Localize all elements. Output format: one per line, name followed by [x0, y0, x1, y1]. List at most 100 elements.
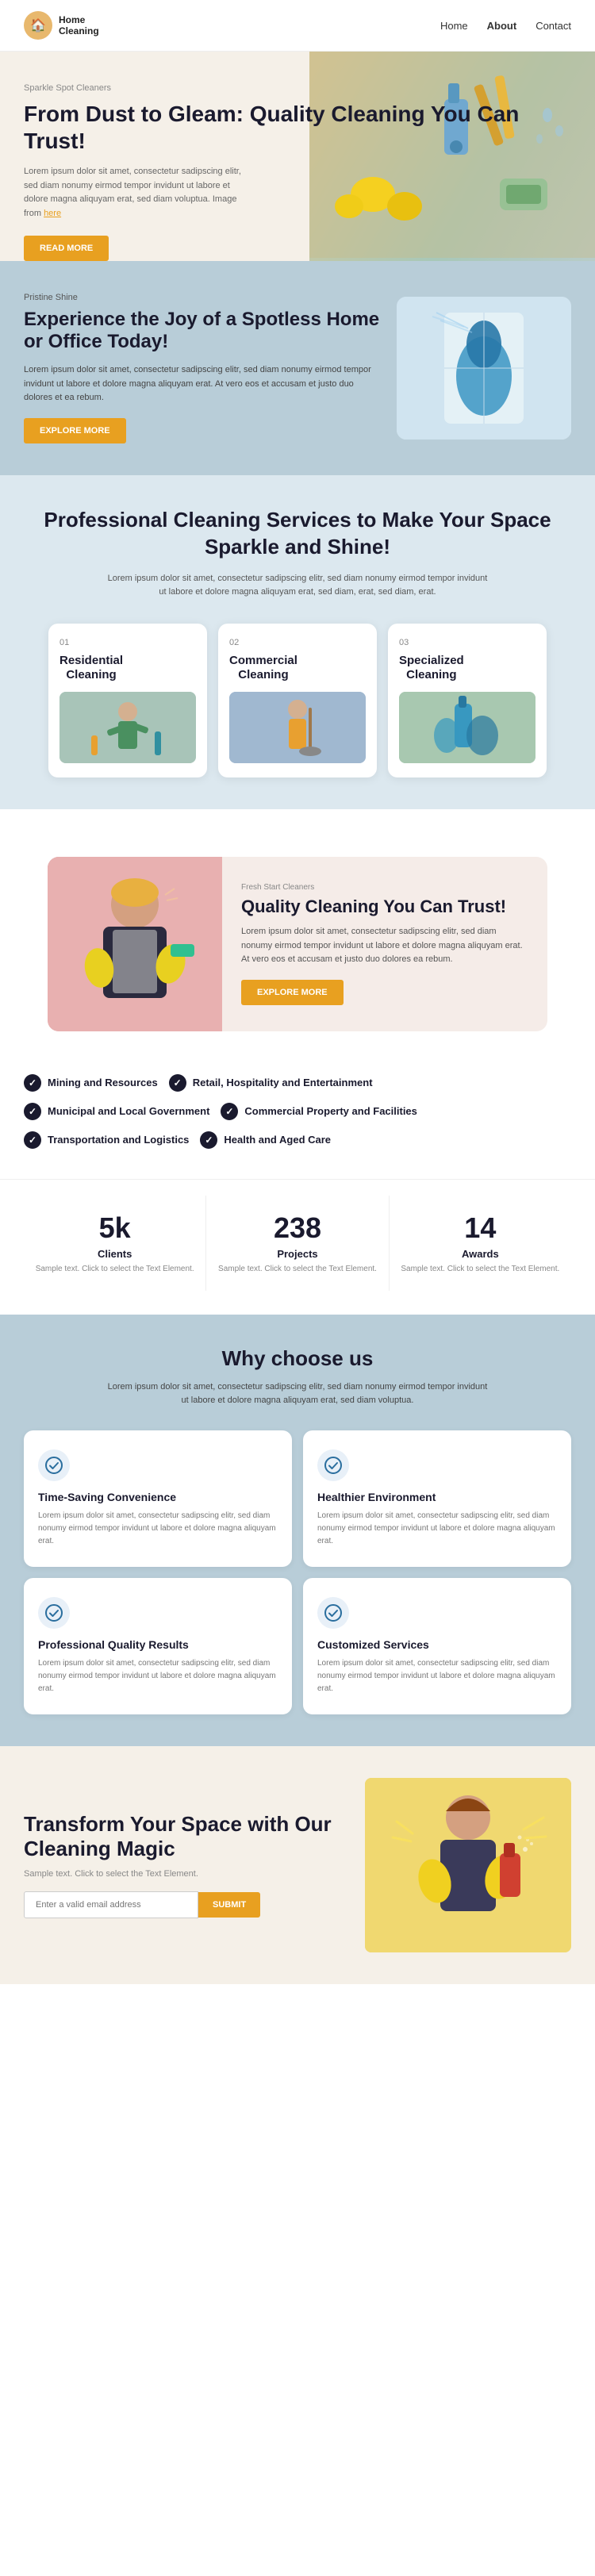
nav-contact[interactable]: Contact — [536, 20, 571, 32]
logo: 🏠 Home Cleaning — [24, 11, 99, 40]
logo-icon: 🏠 — [24, 11, 52, 40]
transform-sub: Sample text. Click to select the Text El… — [24, 1869, 365, 1879]
stat-projects-label: Projects — [214, 1248, 380, 1260]
tag-commercial: ✓ Commercial Property and Facilities — [221, 1103, 416, 1120]
tag-commercial-label: Commercial Property and Facilities — [244, 1105, 416, 1117]
quality-image — [48, 857, 222, 1031]
why-icon-quality — [38, 1597, 70, 1629]
why-title-customized: Customized Services — [317, 1638, 557, 1651]
hero-tag: Sparkle Spot Cleaners — [24, 83, 571, 93]
stat-clients-desc: Sample text. Click to select the Text El… — [32, 1263, 198, 1275]
why-title-quality: Professional Quality Results — [38, 1638, 278, 1651]
tag-retail-label: Retail, Hospitality and Entertainment — [193, 1077, 373, 1088]
tag-health-label: Health and Aged Care — [224, 1134, 331, 1146]
why-desc-customized: Lorem ipsum dolor sit amet, consectetur … — [317, 1657, 557, 1695]
stat-projects: 238 Projects Sample text. Click to selec… — [206, 1196, 389, 1291]
transform-content: Transform Your Space with Our Cleaning M… — [24, 1812, 365, 1918]
why-body: Lorem ipsum dolor sit amet, consectetur … — [107, 1380, 488, 1408]
tag-check-1: ✓ — [24, 1074, 41, 1092]
stat-clients-num: 5k — [32, 1211, 198, 1245]
stat-projects-num: 238 — [214, 1211, 380, 1245]
service-num-3: 03 — [399, 638, 409, 647]
service-card-specialized: 03 SpecializedCleaning — [388, 624, 547, 777]
professional-section: Professional Cleaning Services to Make Y… — [0, 475, 595, 809]
stat-clients-label: Clients — [32, 1248, 198, 1260]
why-desc-timesaving: Lorem ipsum dolor sit amet, consectetur … — [38, 1510, 278, 1548]
spotless-heading: Experience the Joy of a Spotless Home or… — [24, 309, 381, 355]
stat-clients: 5k Clients Sample text. Click to select … — [24, 1196, 206, 1291]
transform-heading: Transform Your Space with Our Cleaning M… — [24, 1812, 365, 1861]
service-image-1 — [60, 692, 196, 763]
why-card-customized: Customized Services Lorem ipsum dolor si… — [303, 1578, 571, 1714]
quality-tag: Fresh Start Cleaners — [241, 883, 528, 892]
spotless-illustration — [397, 297, 571, 440]
tag-transport: ✓ Transportation and Logistics — [24, 1131, 189, 1149]
quality-cta-button[interactable]: EXPLORE MORE — [241, 980, 344, 1005]
why-section: Why choose us Lorem ipsum dolor sit amet… — [0, 1315, 595, 1746]
why-grid: Time-Saving Convenience Lorem ipsum dolo… — [24, 1430, 571, 1714]
spotless-body: Lorem ipsum dolor sit amet, consectetur … — [24, 363, 381, 405]
quality-content: Fresh Start Cleaners Quality Cleaning Yo… — [222, 864, 547, 1024]
nav-home[interactable]: Home — [440, 20, 468, 32]
spotless-section: Pristine Shine Experience the Joy of a S… — [0, 261, 595, 475]
quality-wrapper: Fresh Start Cleaners Quality Cleaning Yo… — [0, 809, 595, 1031]
service-title-3: SpecializedCleaning — [399, 654, 464, 682]
service-card-commercial: 02 CommercialCleaning — [218, 624, 377, 777]
why-header: Why choose us Lorem ipsum dolor sit amet… — [24, 1346, 571, 1408]
service-num-2: 02 — [229, 638, 239, 647]
nav-about[interactable]: About — [487, 20, 517, 32]
spotless-image — [397, 297, 571, 440]
why-card-healthier: Healthier Environment Lorem ipsum dolor … — [303, 1430, 571, 1567]
nav-links: Home About Contact — [440, 20, 571, 32]
tags-row-1: ✓ Mining and Resources ✓ Retail, Hospita… — [24, 1074, 571, 1092]
email-input[interactable] — [24, 1891, 198, 1918]
navigation: 🏠 Home Cleaning Home About Contact — [0, 0, 595, 52]
tag-check-4: ✓ — [221, 1103, 238, 1120]
quality-section: Fresh Start Cleaners Quality Cleaning Yo… — [48, 857, 547, 1031]
tag-health: ✓ Health and Aged Care — [200, 1131, 331, 1149]
tags-section: ✓ Mining and Resources ✓ Retail, Hospita… — [0, 1055, 595, 1179]
tag-check-3: ✓ — [24, 1103, 41, 1120]
hero-cta-button[interactable]: READ MORE — [24, 236, 109, 261]
why-title-timesaving: Time-Saving Convenience — [38, 1491, 278, 1503]
submit-button[interactable]: SUBMIT — [198, 1892, 260, 1918]
quality-illustration — [48, 857, 222, 1031]
tag-check-6: ✓ — [200, 1131, 217, 1149]
quality-body: Lorem ipsum dolor sit amet, consectetur … — [241, 925, 528, 967]
hero-section: Sparkle Spot Cleaners From Dust to Gleam… — [0, 52, 595, 261]
spotless-tag: Pristine Shine — [24, 293, 381, 302]
why-card-quality: Professional Quality Results Lorem ipsum… — [24, 1578, 292, 1714]
service-card-residential: 01 ResidentialCleaning — [48, 624, 207, 777]
stat-awards-label: Awards — [397, 1248, 563, 1260]
transform-image — [365, 1778, 571, 1952]
professional-body: Lorem ipsum dolor sit amet, consectetur … — [107, 572, 488, 600]
tag-mining-label: Mining and Resources — [48, 1077, 158, 1088]
service-image-3 — [399, 692, 536, 763]
hero-body: Lorem ipsum dolor sit amet, consectetur … — [24, 165, 246, 221]
tag-transport-label: Transportation and Logistics — [48, 1134, 189, 1146]
why-desc-quality: Lorem ipsum dolor sit amet, consectetur … — [38, 1657, 278, 1695]
tags-row-2: ✓ Municipal and Local Government ✓ Comme… — [24, 1103, 571, 1120]
why-icon-customized — [317, 1597, 349, 1629]
tag-retail: ✓ Retail, Hospitality and Entertainment — [169, 1074, 373, 1092]
hero-content: Sparkle Spot Cleaners From Dust to Gleam… — [24, 83, 571, 261]
transform-illustration — [365, 1778, 571, 1952]
service-image-2 — [229, 692, 366, 763]
email-row: SUBMIT — [24, 1891, 365, 1918]
spotless-cta-button[interactable]: EXPLORE MORE — [24, 418, 126, 443]
why-icon-healthier — [317, 1449, 349, 1481]
spotless-content: Pristine Shine Experience the Joy of a S… — [24, 293, 381, 443]
hero-link[interactable]: here — [44, 209, 61, 218]
stats-section: 5k Clients Sample text. Click to select … — [0, 1179, 595, 1315]
tag-mining: ✓ Mining and Resources — [24, 1074, 158, 1092]
why-heading: Why choose us — [24, 1346, 571, 1371]
tag-check-2: ✓ — [169, 1074, 186, 1092]
logo-text: Home Cleaning — [59, 14, 99, 37]
why-title-healthier: Healthier Environment — [317, 1491, 557, 1503]
stat-awards-num: 14 — [397, 1211, 563, 1245]
service-num-1: 01 — [60, 638, 69, 647]
tags-row-3: ✓ Transportation and Logistics ✓ Health … — [24, 1131, 571, 1149]
professional-heading: Professional Cleaning Services to Make Y… — [24, 507, 571, 561]
quality-heading: Quality Cleaning You Can Trust! — [241, 896, 528, 917]
transform-section: Transform Your Space with Our Cleaning M… — [0, 1746, 595, 1984]
